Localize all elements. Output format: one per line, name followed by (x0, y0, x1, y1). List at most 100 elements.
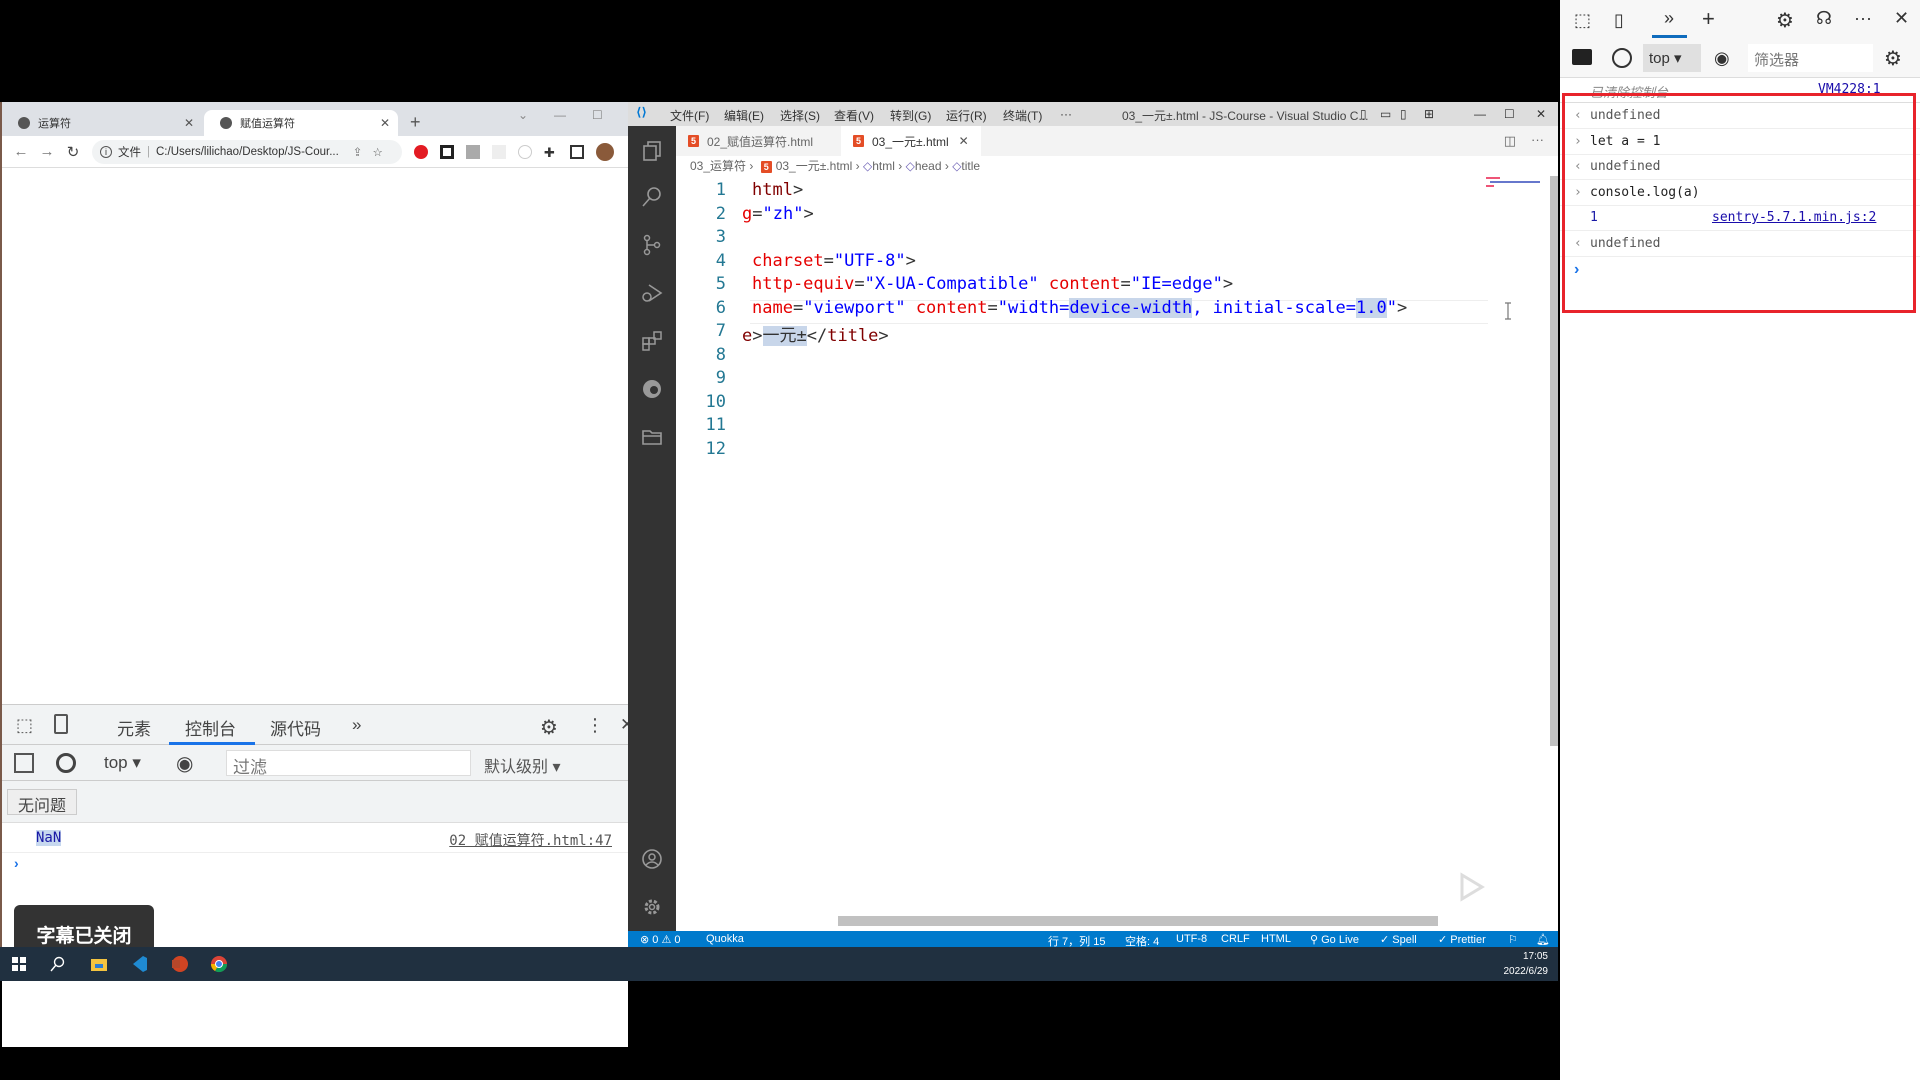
menu-run[interactable]: 运行(R) (946, 107, 987, 124)
powerpoint-icon[interactable] (170, 955, 188, 973)
toggle-sidebar-icon[interactable]: ▯ (1360, 107, 1367, 121)
source-control-icon[interactable] (641, 234, 663, 256)
info-icon[interactable]: i (100, 145, 112, 158)
new-tab-button[interactable]: + (410, 112, 421, 133)
breadcrumb-item[interactable]: 03_一元±.html (776, 159, 853, 173)
manage-gear-icon[interactable] (641, 896, 663, 918)
breadcrumb-item[interactable]: 03_运算符 (690, 159, 746, 173)
edge-tools-icon[interactable] (641, 378, 663, 400)
vscode-taskbar-icon[interactable] (130, 955, 148, 973)
device-toolbar-icon[interactable] (54, 714, 68, 734)
feedback-icon[interactable]: ☊ (1816, 8, 1832, 29)
breadcrumb-item[interactable]: head (915, 159, 942, 173)
windows-start-icon[interactable] (10, 955, 28, 973)
add-tool-icon[interactable]: + (1702, 6, 1715, 32)
address-bar[interactable]: i 文件 | C:/Users/lilichao/Desktop/JS-Cour… (92, 139, 402, 164)
more-options-icon[interactable]: ··· (1854, 8, 1872, 29)
tab-search-icon[interactable]: ⌄ (518, 108, 528, 122)
go-live-button[interactable]: ⚲ Go Live (1310, 933, 1359, 946)
side-panel-icon[interactable] (570, 144, 584, 159)
settings-gear-icon[interactable]: ⚙ (1776, 8, 1794, 33)
console-filter-input[interactable]: 过滤 (226, 750, 471, 777)
spell-status[interactable]: ✓ Spell (1380, 933, 1417, 946)
opera-extension-icon[interactable] (414, 144, 428, 159)
toggle-secondary-sidebar-icon[interactable]: ▯ (1400, 107, 1407, 121)
menu-view[interactable]: 查看(V) (834, 107, 874, 124)
search-icon[interactable] (641, 186, 663, 208)
prettier-status[interactable]: ✓ Prettier (1438, 933, 1486, 946)
notifications-bell-icon[interactable]: 🔔︎ (1536, 933, 1550, 946)
maximize-button[interactable]: ☐ (592, 108, 603, 122)
menu-goto[interactable]: 转到(G) (890, 107, 931, 124)
extension-icon[interactable] (492, 144, 506, 159)
vertical-scrollbar[interactable] (1550, 176, 1558, 746)
forward-button[interactable]: → (34, 143, 60, 160)
extension-icon[interactable] (518, 144, 532, 159)
puzzle-extensions-icon[interactable]: ✚ (544, 145, 558, 160)
line-ending[interactable]: CRLF (1221, 933, 1250, 945)
close-tab-icon[interactable]: ✕ (380, 116, 390, 130)
extension-icon[interactable] (440, 144, 454, 159)
bilibili-play-icon[interactable] (1432, 857, 1510, 917)
search-icon[interactable] (48, 955, 66, 973)
sidebar-toggle-icon[interactable] (14, 753, 34, 773)
split-editor-icon[interactable]: ◫ (1504, 133, 1516, 149)
encoding[interactable]: UTF-8 (1176, 933, 1207, 945)
sidebar-toggle-icon[interactable] (1572, 49, 1592, 65)
log-level-select[interactable]: 默认级别 ▾ (484, 753, 561, 777)
settings-gear-icon[interactable]: ⚙ (540, 715, 558, 740)
menu-edit[interactable]: 编辑(E) (724, 107, 764, 124)
menu-more[interactable]: ··· (1060, 107, 1072, 121)
bookmark-star-icon[interactable]: ☆ (372, 145, 382, 159)
console-prompt[interactable]: › (14, 855, 19, 871)
minimize-button[interactable]: — (554, 108, 566, 122)
tab-elements[interactable]: 元素 (117, 715, 151, 740)
accounts-icon[interactable] (641, 848, 663, 870)
more-actions-icon[interactable]: ··· (1531, 132, 1544, 147)
device-emulation-icon[interactable]: ▯ (1614, 10, 1624, 31)
folder-icon[interactable] (641, 426, 663, 448)
extension-icon[interactable] (466, 144, 480, 159)
more-tools-icon[interactable]: » (1664, 8, 1674, 29)
issues-button[interactable]: 无问题 (7, 789, 78, 815)
close-button[interactable]: ✕ (1536, 107, 1546, 121)
minimize-button[interactable]: — (1474, 107, 1486, 121)
feedback-icon[interactable]: ⚐ (1508, 933, 1518, 946)
menu-selection[interactable]: 选择(S) (780, 107, 820, 124)
system-clock[interactable]: 17:05 2022/6/29 (1504, 949, 1549, 979)
chrome-taskbar-icon[interactable] (210, 955, 228, 973)
log-source-link[interactable]: 02 赋值运算符.html:47 (449, 830, 612, 850)
explorer-icon[interactable] (641, 140, 663, 162)
context-select[interactable]: top ▾ (104, 753, 141, 773)
editor-tab[interactable]: 5 02_赋值运算符.html (676, 126, 841, 156)
menu-terminal[interactable]: 终端(T) (1003, 107, 1042, 124)
live-expression-eye-icon[interactable]: ◉ (176, 751, 193, 776)
clear-console-icon[interactable] (1612, 48, 1632, 68)
console-filter-input[interactable]: 筛选器 (1748, 44, 1873, 72)
share-icon[interactable]: ⇪ (353, 145, 363, 159)
context-select[interactable]: top ▾ (1643, 44, 1701, 72)
run-debug-icon[interactable] (641, 282, 663, 304)
inspect-element-icon[interactable]: ⬚ (1574, 10, 1591, 31)
customize-layout-icon[interactable]: ⊞ (1424, 107, 1434, 121)
maximize-button[interactable]: ☐ (1504, 107, 1515, 121)
breadcrumb-item[interactable]: title (961, 159, 980, 173)
browser-tab-active[interactable]: 赋值运算符 ✕ (204, 110, 398, 136)
reload-button[interactable]: ↻ (60, 143, 86, 161)
horizontal-scrollbar[interactable] (838, 916, 1438, 926)
tab-sources[interactable]: 源代码 (270, 715, 321, 740)
back-button[interactable]: ← (8, 143, 34, 160)
console-settings-icon[interactable]: ⚙ (1884, 46, 1902, 71)
file-explorer-icon[interactable] (90, 955, 108, 973)
clear-console-icon[interactable] (56, 753, 76, 773)
problems-indicator[interactable]: ⊗ 0 ⚠ 0 (640, 933, 681, 946)
breadcrumb-item[interactable]: html (872, 159, 895, 173)
more-tabs-icon[interactable]: » (352, 715, 361, 735)
live-expression-eye-icon[interactable]: ◉ (1714, 48, 1730, 69)
quokka-status[interactable]: Quokka (706, 933, 744, 945)
profile-avatar[interactable] (596, 142, 614, 161)
toggle-panel-icon[interactable]: ▭ (1380, 107, 1391, 121)
close-tab-icon[interactable]: ✕ (959, 134, 969, 148)
more-options-icon[interactable]: ⋮ (586, 715, 604, 736)
close-tab-icon[interactable]: ✕ (184, 116, 194, 130)
